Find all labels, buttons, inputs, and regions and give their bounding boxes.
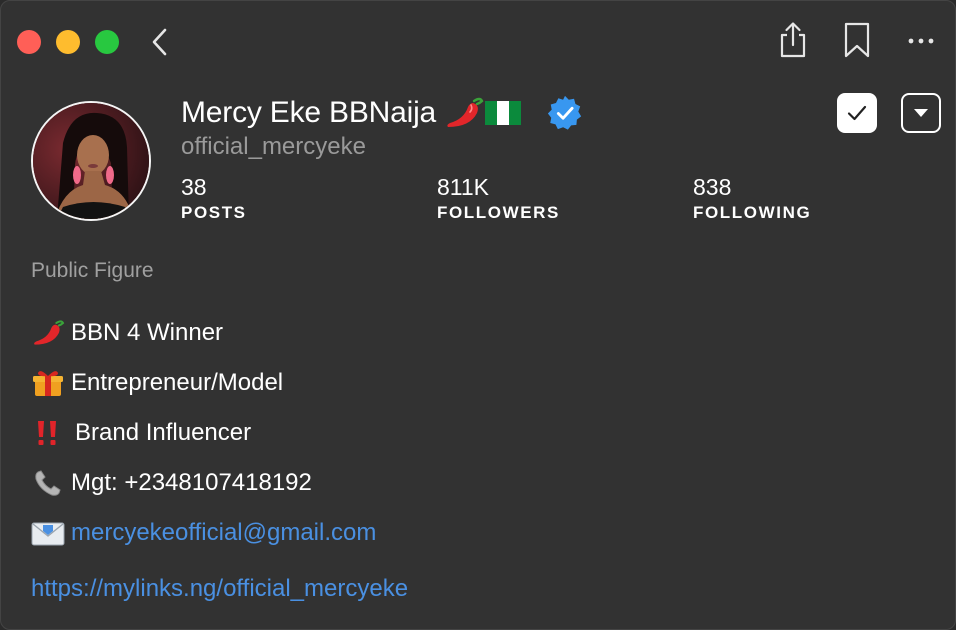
- posts-count: 38: [181, 174, 207, 200]
- followers-stat[interactable]: 811K FOLLOWERS: [437, 173, 560, 223]
- bio-line-4: Mgt: +2348107418192: [31, 467, 312, 499]
- share-icon: [780, 22, 806, 58]
- nigeria-flag-icon: [485, 101, 522, 125]
- chevron-left-icon: [152, 28, 167, 56]
- posts-label: POSTS: [181, 203, 247, 222]
- double-exclamation-icon: [31, 418, 65, 448]
- following-label: FOLLOWING: [693, 203, 812, 222]
- profile-photo: [33, 103, 149, 219]
- posts-stat[interactable]: 38 POSTS: [181, 173, 247, 223]
- bookmark-icon: [844, 22, 870, 58]
- bio-text: Brand Influencer: [75, 419, 252, 446]
- profile-name-row: Mercy Eke BBNaija: [181, 93, 584, 133]
- followers-label: FOLLOWERS: [437, 203, 560, 222]
- verified-badge-icon: [547, 95, 582, 130]
- more-icon: [908, 38, 934, 44]
- profile-dropdown-button[interactable]: [901, 93, 941, 133]
- following-stat[interactable]: 838 FOLLOWING: [693, 173, 811, 223]
- bookmark-button[interactable]: [843, 21, 871, 59]
- app-window: Mercy Eke BBNaija official_mercyeke 38 P…: [0, 0, 956, 630]
- bio-line-3: Brand Influencer: [31, 417, 251, 449]
- following-count: 838: [693, 174, 732, 200]
- minimize-window-button[interactable]: [56, 30, 80, 54]
- website-link[interactable]: https://mylinks.ng/official_mercyeke: [31, 575, 408, 603]
- share-button[interactable]: [777, 21, 809, 59]
- telephone-icon: [31, 468, 65, 498]
- display-name: Mercy Eke BBNaija: [181, 96, 437, 129]
- gift-icon: [31, 368, 65, 398]
- envelope-icon: [31, 518, 65, 548]
- followers-count: 811K: [437, 174, 490, 200]
- window-controls: [17, 30, 119, 54]
- more-options-button[interactable]: [905, 21, 937, 59]
- zoom-window-button[interactable]: [95, 30, 119, 54]
- bio-line-5: mercyekeofficial@gmail.com: [31, 517, 376, 549]
- username: official_mercyeke: [181, 133, 366, 160]
- email-link[interactable]: mercyekeofficial@gmail.com: [71, 519, 376, 547]
- profile-category: Public Figure: [31, 259, 154, 282]
- name-emoji-group: [444, 95, 522, 131]
- avatar[interactable]: [31, 101, 151, 221]
- chili-pepper-icon: [31, 318, 65, 348]
- back-button[interactable]: [147, 27, 175, 57]
- bio-text: Mgt: +2348107418192: [71, 469, 312, 496]
- bio-text: Entrepreneur/Model: [71, 369, 284, 396]
- bio-text: BBN 4 Winner: [71, 319, 224, 346]
- following-toggle-button[interactable]: [837, 93, 877, 133]
- chili-pepper-icon: [447, 97, 484, 127]
- dropdown-arrow-icon: [914, 109, 928, 117]
- bio-line-2: Entrepreneur/Model: [31, 367, 283, 399]
- close-window-button[interactable]: [17, 30, 41, 54]
- checkmark-icon: [847, 105, 867, 121]
- bio-line-1: BBN 4 Winner: [31, 317, 223, 349]
